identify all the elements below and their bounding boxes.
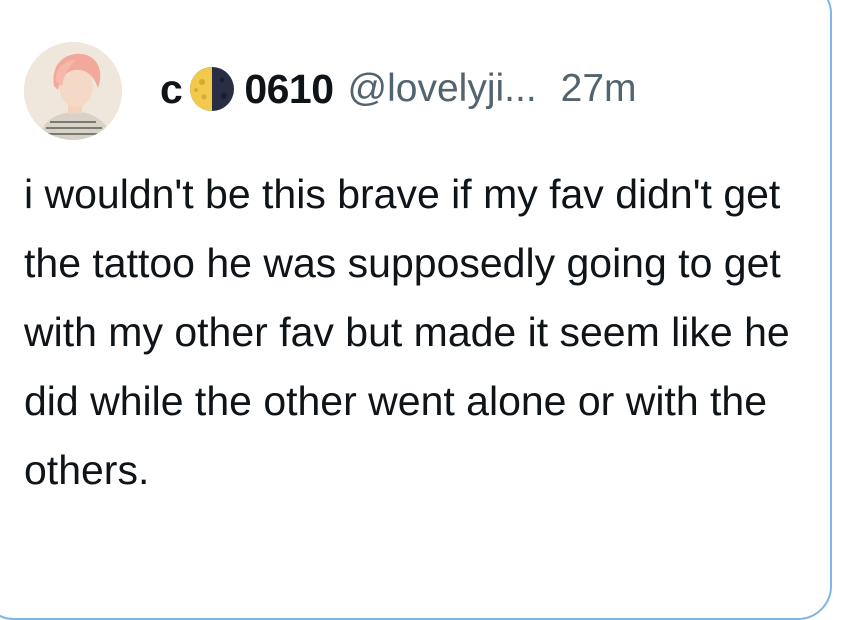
- display-name-prefix: c: [160, 65, 183, 112]
- tweet-header: c 0610 @lovelyji... 27m: [160, 62, 637, 116]
- avatar-image: [24, 42, 122, 140]
- moon-icon: [190, 67, 235, 111]
- tweet-text: i wouldn't be this brave if my fav didn'…: [24, 171, 790, 493]
- tweet-timestamp[interactable]: 27m: [561, 67, 637, 111]
- display-name-suffix: 0610: [244, 65, 334, 112]
- user-handle[interactable]: @lovelyji...: [348, 67, 537, 111]
- avatar[interactable]: [24, 42, 122, 140]
- display-name[interactable]: c 0610: [160, 64, 334, 114]
